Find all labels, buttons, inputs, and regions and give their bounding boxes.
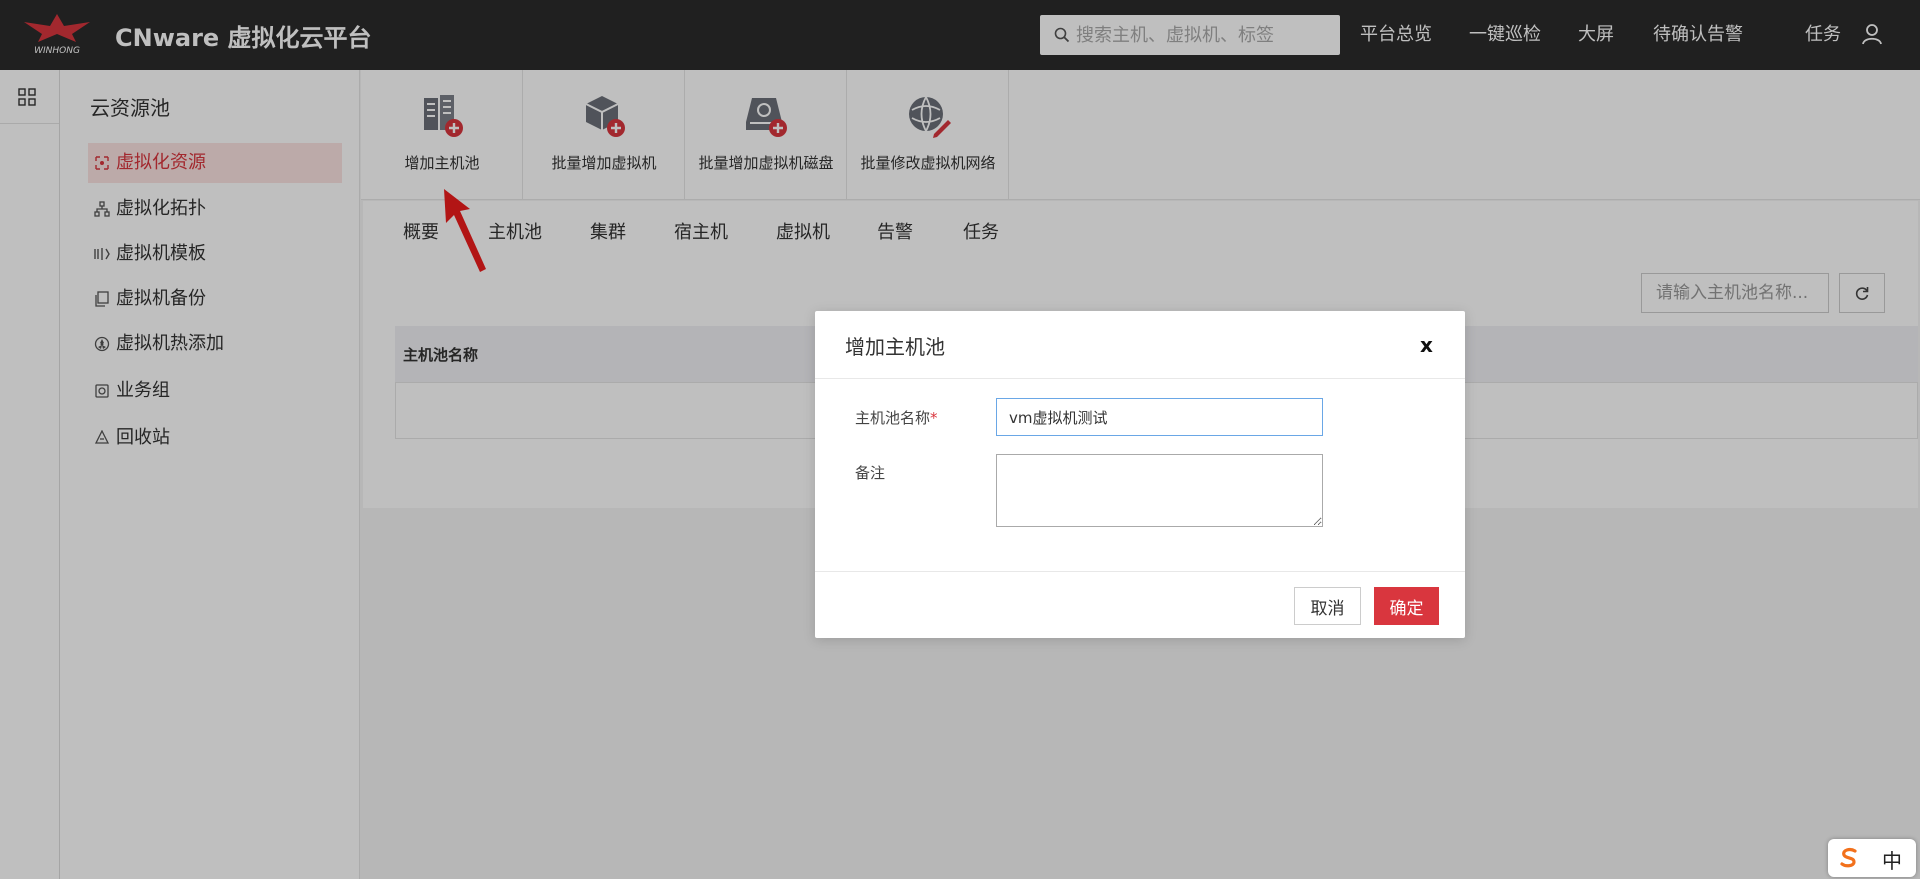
required-mark: * [930,409,938,427]
sogou-input-icon [1840,848,1857,868]
host-pool-name-input[interactable] [996,398,1323,436]
ime-indicator[interactable]: 中 [1828,839,1916,877]
confirm-button[interactable]: 确定 [1374,587,1439,625]
ime-mode-label: 中 [1882,849,1902,873]
label-text: 主机池名称 [855,409,931,427]
host-pool-name-label: 主机池名称* [855,407,938,428]
remark-textarea[interactable] [996,454,1323,527]
divider [815,571,1465,572]
add-host-pool-dialog: 增加主机池 x 主机池名称* 备注 取消 确定 [815,311,1465,638]
divider [815,378,1465,379]
dialog-title: 增加主机池 [845,335,945,359]
remark-label: 备注 [855,464,886,482]
cancel-button[interactable]: 取消 [1294,587,1361,625]
close-button[interactable]: x [1420,333,1433,357]
